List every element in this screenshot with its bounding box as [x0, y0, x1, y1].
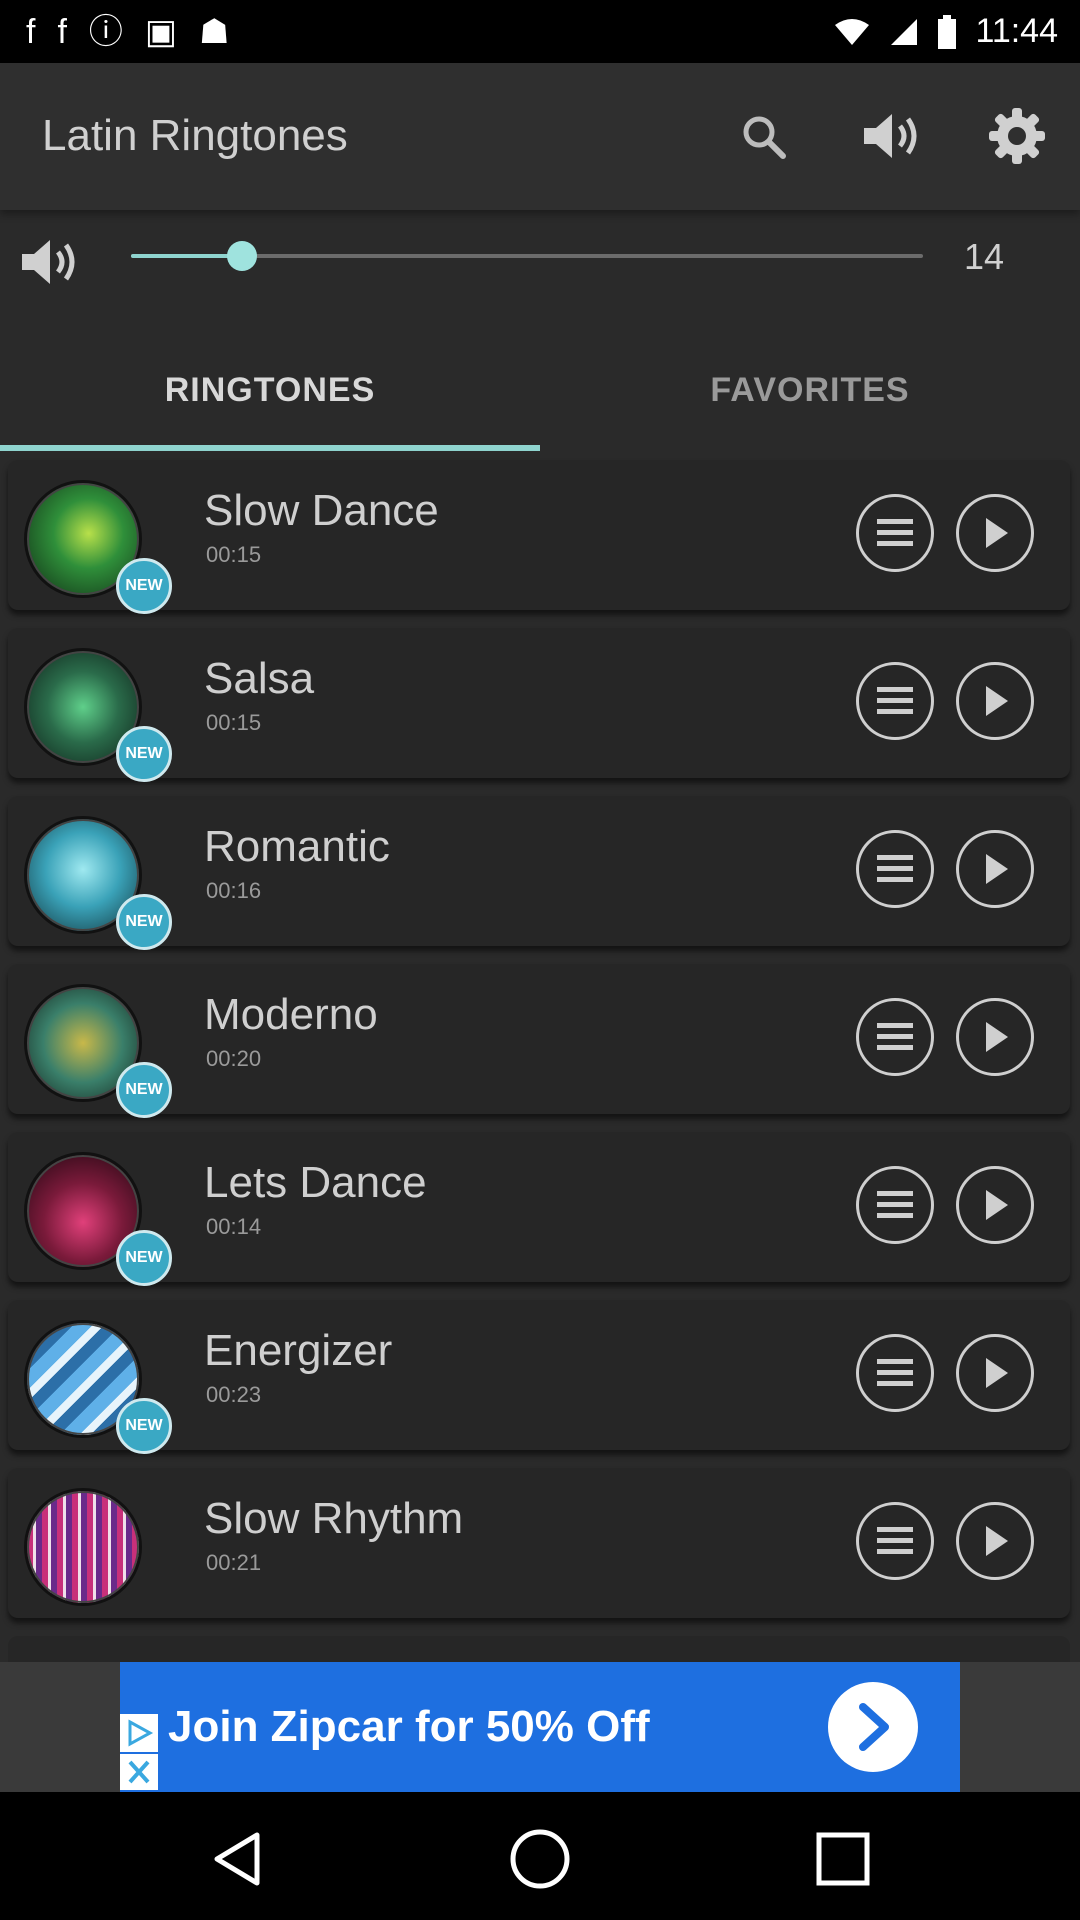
menu-icon	[877, 1359, 913, 1386]
options-button[interactable]	[856, 998, 934, 1076]
notification-icons: f f ⓘ ▣ ☗	[26, 15, 230, 49]
list-item[interactable]: Slow Rhythm 00:21	[8, 1468, 1070, 1618]
menu-icon	[877, 1191, 913, 1218]
ringtone-duration: 00:16	[206, 878, 262, 903]
ringtone-title: Energizer	[204, 1326, 393, 1375]
menu-icon	[877, 519, 913, 546]
play-button[interactable]	[956, 662, 1034, 740]
active-tab-indicator	[0, 445, 540, 451]
clock: 11:44	[975, 12, 1058, 50]
android-icon: ☗	[199, 12, 230, 51]
menu-icon	[877, 1527, 913, 1554]
home-icon[interactable]	[507, 1826, 573, 1892]
menu-icon	[877, 855, 913, 882]
ad-choices-icon[interactable]	[120, 1714, 158, 1790]
options-button[interactable]	[856, 830, 934, 908]
back-icon[interactable]	[204, 1826, 270, 1892]
options-button[interactable]	[856, 1334, 934, 1412]
options-button[interactable]	[856, 662, 934, 740]
recents-icon[interactable]	[810, 1826, 876, 1892]
volume-slider-fill	[131, 254, 242, 258]
play-button[interactable]	[956, 494, 1034, 572]
play-icon	[986, 686, 1008, 716]
play-icon	[986, 518, 1008, 548]
play-button[interactable]	[956, 1502, 1034, 1580]
tab-ringtones[interactable]: RINGTONES	[0, 330, 540, 450]
new-badge: NEW	[116, 1230, 172, 1286]
menu-icon	[877, 1023, 913, 1050]
facebook-icon: f	[26, 12, 36, 51]
play-icon	[986, 1190, 1008, 1220]
play-icon	[986, 1022, 1008, 1052]
ad-content[interactable]: Join Zipcar for 50% Off	[120, 1662, 960, 1792]
play-icon	[986, 1358, 1008, 1388]
ringtone-duration: 00:15	[206, 542, 262, 567]
options-button[interactable]	[856, 494, 934, 572]
ringtone-title: Slow Rhythm	[204, 1494, 464, 1543]
settings-icon[interactable]	[982, 101, 1052, 171]
app-bar: Latin Ringtones	[0, 63, 1080, 210]
ringtone-artwork	[24, 1488, 142, 1606]
search-icon[interactable]	[728, 101, 798, 171]
menu-icon	[877, 687, 913, 714]
ringtone-title: Slow Dance	[204, 486, 439, 535]
play-button[interactable]	[956, 998, 1034, 1076]
new-badge: NEW	[116, 1062, 172, 1118]
alert-icon: ⓘ	[88, 12, 123, 51]
status-bar: f f ⓘ ▣ ☗ 11:44	[0, 0, 1080, 63]
new-badge: NEW	[116, 894, 172, 950]
options-button[interactable]	[856, 1166, 934, 1244]
battery-icon	[938, 14, 957, 49]
new-badge: NEW	[116, 726, 172, 782]
play-icon	[986, 854, 1008, 884]
ringtone-title: Romantic	[204, 822, 390, 871]
lock-icon: ▣	[144, 12, 178, 51]
ringtone-duration: 00:20	[206, 1046, 262, 1071]
play-button[interactable]	[956, 1334, 1034, 1412]
ad-banner[interactable]: Join Zipcar for 50% Off	[0, 1662, 1080, 1792]
volume-slider-thumb[interactable]	[227, 241, 257, 271]
list-item[interactable]: NEW Slow Dance 00:15	[8, 460, 1070, 614]
play-button[interactable]	[956, 1166, 1034, 1244]
ringtone-duration: 00:21	[206, 1550, 262, 1575]
system-status: 11:44	[833, 12, 1058, 51]
facebook-icon: f	[57, 12, 67, 51]
play-icon	[986, 1526, 1008, 1556]
list-item[interactable]: NEW Romantic 00:16	[8, 796, 1070, 950]
ringtone-title: Salsa	[204, 654, 315, 703]
app-title: Latin Ringtones	[42, 111, 348, 160]
list-item[interactable]: NEW Moderno 00:20	[8, 964, 1070, 1118]
volume-icon[interactable]	[858, 101, 928, 171]
list-item[interactable]: NEW Salsa 00:15	[8, 628, 1070, 782]
ringtone-duration: 00:14	[206, 1214, 262, 1239]
ringtone-title: Lets Dance	[204, 1158, 427, 1207]
list-item[interactable]: NEW Lets Dance 00:14	[8, 1132, 1070, 1286]
ringtone-duration: 00:23	[206, 1382, 262, 1407]
wifi-icon	[835, 18, 870, 45]
ringtone-duration: 00:15	[206, 710, 262, 735]
volume-value: 14	[964, 236, 1005, 277]
list-item-partial[interactable]	[8, 1636, 1070, 1662]
play-button[interactable]	[956, 830, 1034, 908]
signal-icon	[891, 18, 918, 45]
new-badge: NEW	[116, 558, 172, 614]
tab-favorites[interactable]: FAVORITES	[540, 330, 1080, 450]
ad-text: Join Zipcar for 50% Off	[168, 1702, 650, 1751]
list-item[interactable]: NEW Energizer 00:23	[8, 1300, 1070, 1454]
ad-arrow-icon[interactable]	[828, 1682, 918, 1772]
tab-bar: RINGTONES FAVORITES	[0, 330, 1080, 450]
options-button[interactable]	[856, 1502, 934, 1580]
speaker-icon	[18, 234, 84, 290]
new-badge: NEW	[116, 1398, 172, 1454]
ringtone-title: Moderno	[204, 990, 378, 1039]
navigation-bar	[0, 1792, 1080, 1920]
